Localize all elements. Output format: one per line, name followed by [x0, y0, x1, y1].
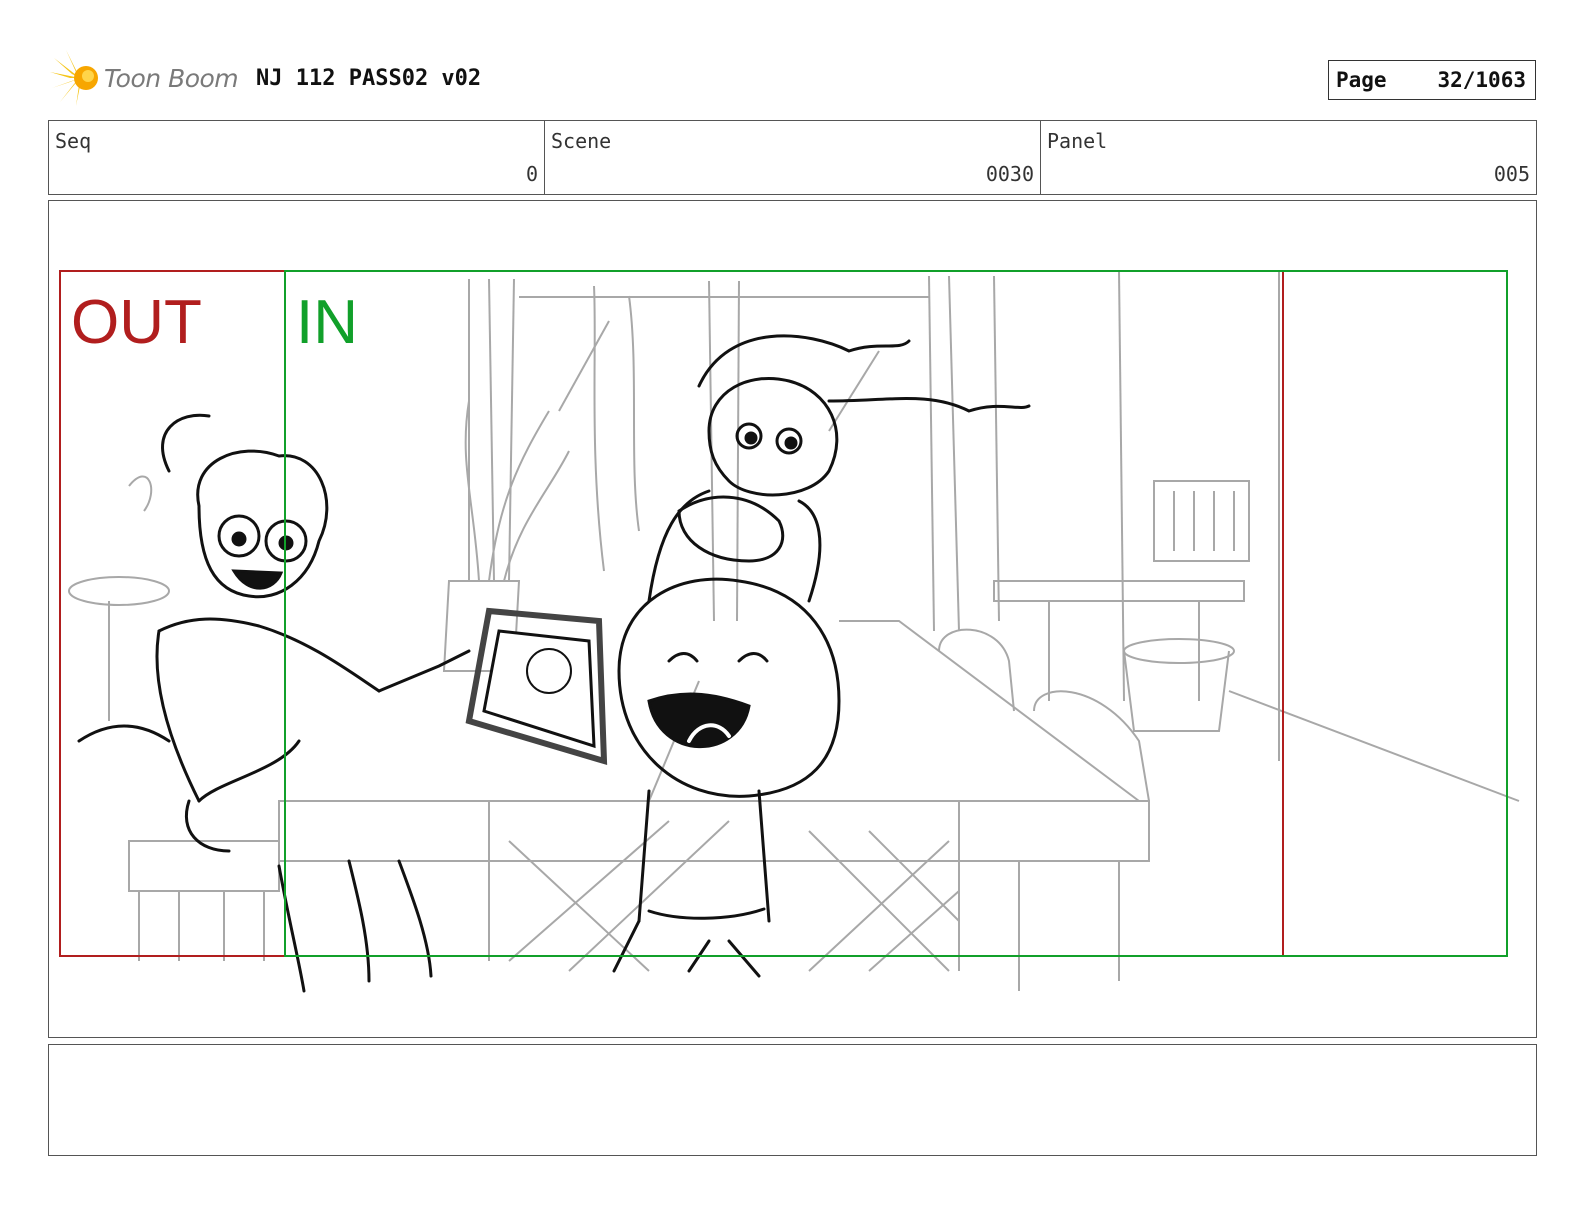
foreground-characters — [77, 334, 1031, 993]
camera-frames: OUT IN — [59, 270, 1508, 957]
logo-text: Toon Boom — [104, 64, 239, 93]
seq-value: 0 — [525, 162, 538, 186]
starburst-icon — [50, 50, 98, 106]
scene-cell: Scene 0030 — [545, 121, 1041, 194]
camera-in-label: IN — [296, 288, 358, 357]
seq-cell: Seq 0 — [49, 121, 545, 194]
document-title: NJ 112 PASS02 v02 — [256, 66, 482, 91]
background-sketch — [68, 270, 1520, 991]
page-number: 32/1063 — [1437, 68, 1526, 92]
panel-cell: Panel 005 — [1041, 121, 1536, 194]
seq-label: Seq — [55, 129, 92, 153]
panel-label: Panel — [1047, 129, 1108, 153]
storyboard-panel: OUT IN — [48, 200, 1537, 1038]
scene-value: 0030 — [985, 162, 1034, 186]
shot-info-table: Seq 0 Scene 0030 Panel 005 — [48, 120, 1537, 195]
camera-out-frame — [59, 270, 1284, 957]
page-label: Page — [1336, 68, 1387, 92]
scene-label: Scene — [551, 129, 612, 153]
panel-value: 005 — [1493, 162, 1530, 186]
panel-sketch: OUT IN — [59, 270, 1520, 993]
panel-notes-box — [48, 1044, 1537, 1156]
camera-out-label: OUT — [71, 288, 202, 357]
